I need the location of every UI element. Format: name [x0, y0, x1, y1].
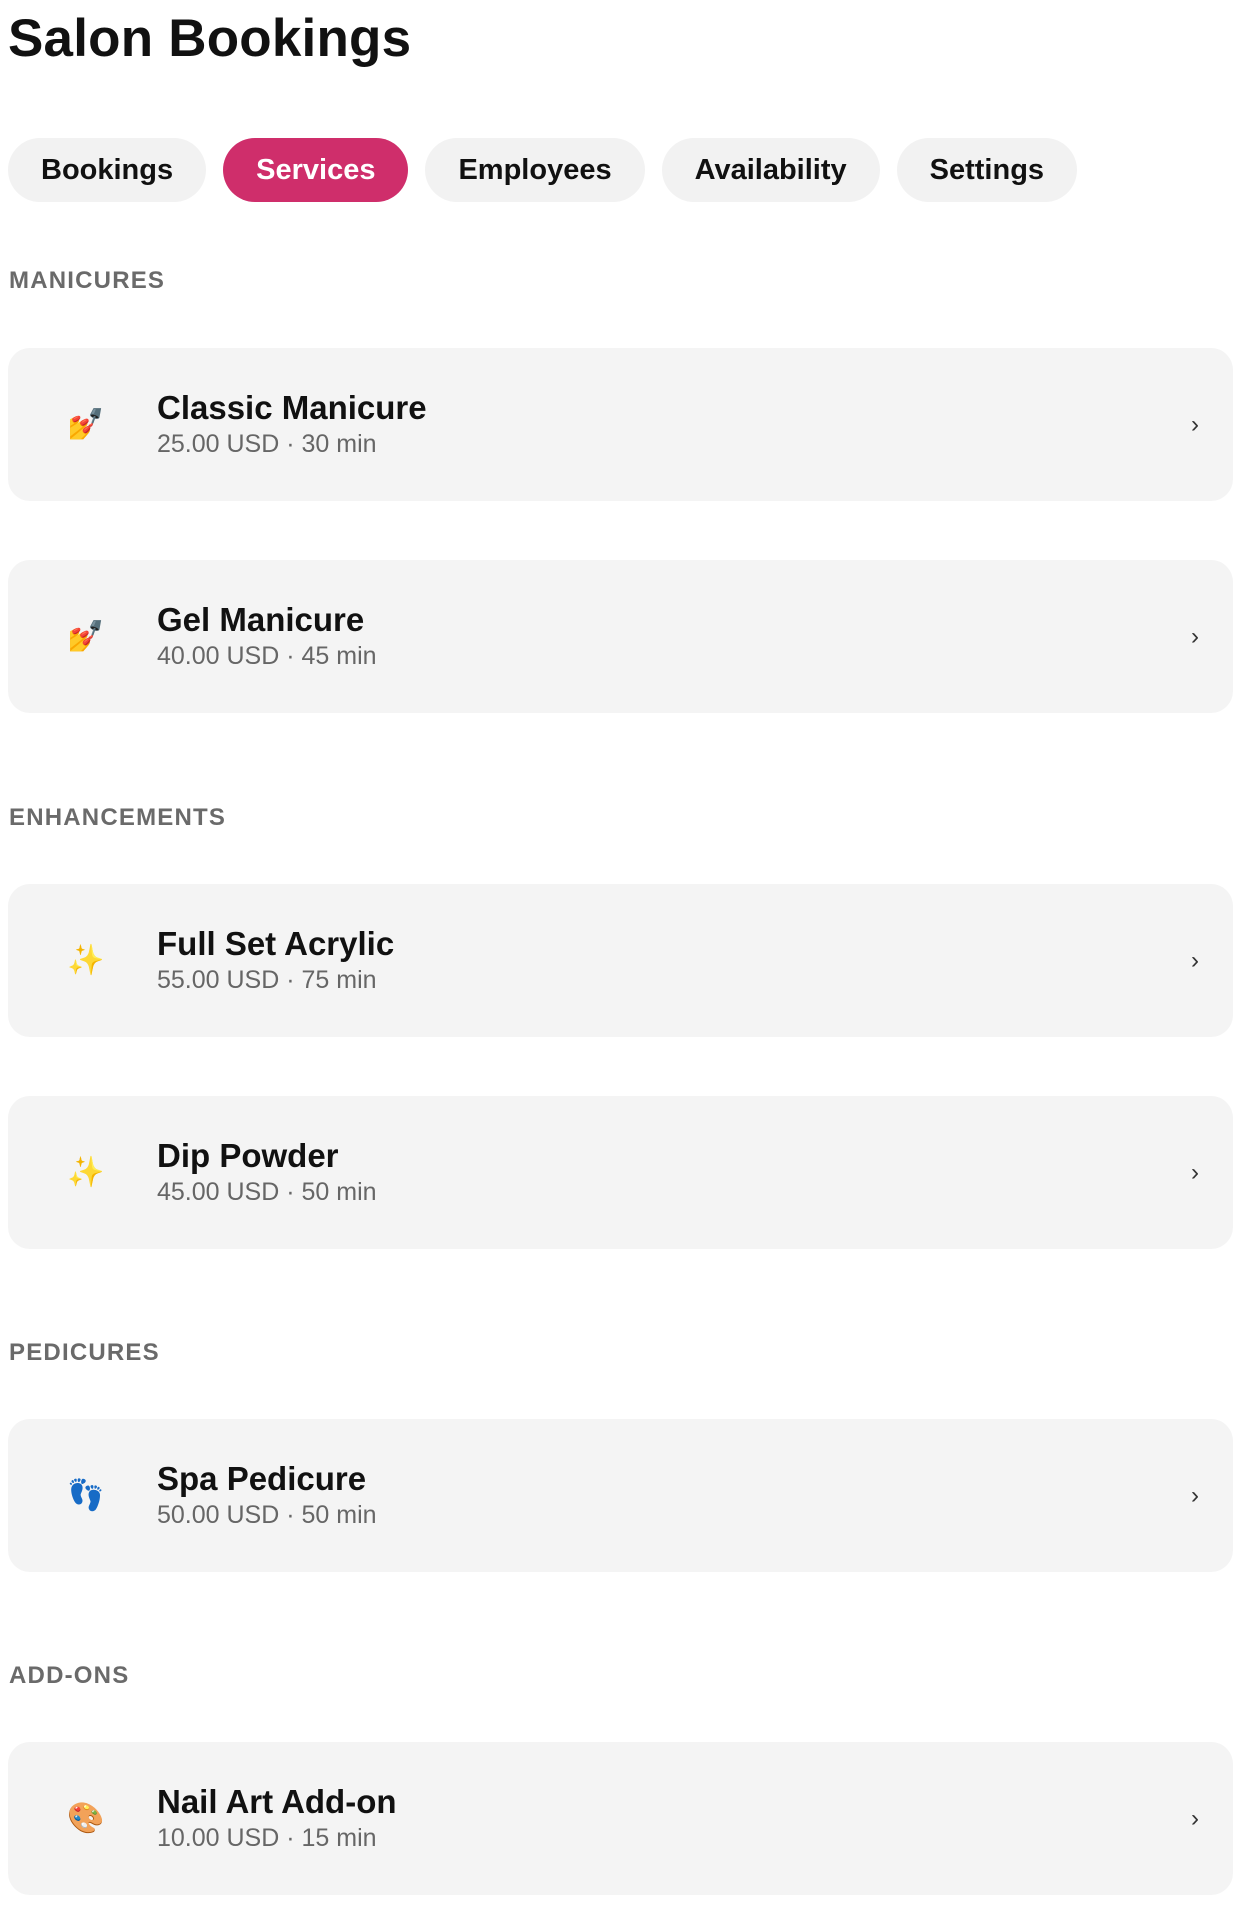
service-name: Dip Powder — [157, 1137, 339, 1174]
service-name: Nail Art Add-on — [157, 1783, 397, 1820]
service-card-spa-pedicure[interactable]: 👣 Spa Pedicure 50.00 USD · 50 min › — [8, 1419, 1233, 1572]
service-price-duration: 55.00 USD · 75 min — [157, 966, 377, 994]
service-name: Full Set Acrylic — [157, 925, 395, 962]
service-name: Classic Manicure — [157, 389, 427, 426]
tab-services[interactable]: Services — [223, 138, 409, 202]
service-card-gel-manicure[interactable]: 💅 Gel Manicure 40.00 USD · 45 min › — [8, 560, 1233, 713]
chevron-right-icon: › — [1191, 1482, 1199, 1509]
chevron-right-icon: › — [1191, 1159, 1199, 1186]
service-card-classic-manicure[interactable]: 💅 Classic Manicure 25.00 USD · 30 min › — [8, 348, 1233, 501]
service-text: Full Set Acrylic 55.00 USD · 75 min — [157, 924, 394, 996]
service-name: Gel Manicure — [157, 601, 365, 638]
tab-settings[interactable]: Settings — [896, 138, 1078, 202]
tab-bar: Bookings Services Employees Availability… — [8, 138, 1078, 202]
service-text: Spa Pedicure 50.00 USD · 50 min — [157, 1459, 377, 1531]
nail-polish-icon: 💅 — [67, 620, 105, 653]
page-title: Salon Bookings — [8, 9, 412, 68]
chevron-right-icon: › — [1191, 1805, 1199, 1832]
salon-bookings-page: Salon Bookings Bookings Services Employe… — [0, 0, 1240, 1910]
service-text: Dip Powder 45.00 USD · 50 min — [157, 1136, 377, 1208]
service-text: Gel Manicure 40.00 USD · 45 min — [157, 600, 377, 672]
section-header-pedicures: PEDICURES — [9, 1339, 160, 1366]
chevron-right-icon: › — [1191, 623, 1199, 650]
service-price-duration: 25.00 USD · 30 min — [157, 430, 377, 458]
palette-icon: 🎨 — [67, 1802, 105, 1835]
tab-availability[interactable]: Availability — [661, 138, 880, 202]
nail-polish-icon: 💅 — [67, 408, 105, 441]
section-header-add-ons: ADD-ONS — [9, 1662, 130, 1689]
chevron-right-icon: › — [1191, 947, 1199, 974]
service-card-full-set-acrylic[interactable]: ✨ Full Set Acrylic 55.00 USD · 75 min › — [8, 884, 1233, 1037]
service-card-nail-art-add-on[interactable]: 🎨 Nail Art Add-on 10.00 USD · 15 min › — [8, 1742, 1233, 1895]
sparkles-icon: ✨ — [67, 1156, 105, 1189]
tab-bookings[interactable]: Bookings — [8, 138, 207, 202]
tab-employees[interactable]: Employees — [425, 138, 645, 202]
service-card-dip-powder[interactable]: ✨ Dip Powder 45.00 USD · 50 min › — [8, 1096, 1233, 1249]
service-name: Spa Pedicure — [157, 1460, 367, 1497]
service-text: Nail Art Add-on 10.00 USD · 15 min — [157, 1782, 397, 1854]
section-header-manicures: MANICURES — [9, 267, 166, 294]
service-price-duration: 50.00 USD · 50 min — [157, 1501, 377, 1529]
footprint-icon: 👣 — [67, 1479, 105, 1512]
service-text: Classic Manicure 25.00 USD · 30 min — [157, 388, 427, 460]
sparkles-icon: ✨ — [67, 944, 105, 977]
section-header-enhancements: ENHANCEMENTS — [9, 804, 227, 831]
service-price-duration: 10.00 USD · 15 min — [157, 1824, 377, 1852]
chevron-right-icon: › — [1191, 411, 1199, 438]
service-price-duration: 40.00 USD · 45 min — [157, 642, 377, 670]
service-price-duration: 45.00 USD · 50 min — [157, 1178, 377, 1206]
